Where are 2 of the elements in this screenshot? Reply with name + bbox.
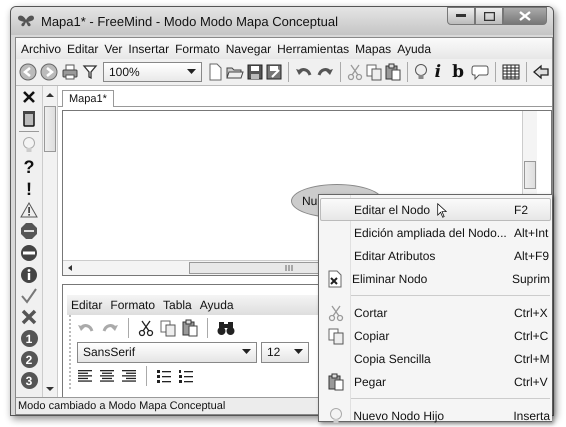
status-text: Modo cambiado a Modo Mapa Conceptual: [18, 400, 226, 412]
window-title: Mapa1* - FreeMind - Modo Modo Mapa Conceptual: [41, 14, 338, 28]
